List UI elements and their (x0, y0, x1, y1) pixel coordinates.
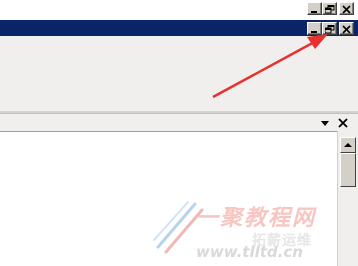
close-icon[interactable] (336, 116, 350, 130)
scroll-thumb[interactable] (340, 153, 356, 187)
watermark-url: www.tlltd.cn (196, 243, 303, 261)
chevron-down-icon[interactable] (318, 116, 332, 130)
pane-header (0, 113, 358, 131)
scroll-up-button[interactable] (340, 137, 356, 153)
watermark-logo-text: 一聚教程网 (196, 206, 317, 231)
vertical-scrollbar[interactable] (337, 131, 358, 266)
arrow-up-icon (344, 143, 352, 147)
